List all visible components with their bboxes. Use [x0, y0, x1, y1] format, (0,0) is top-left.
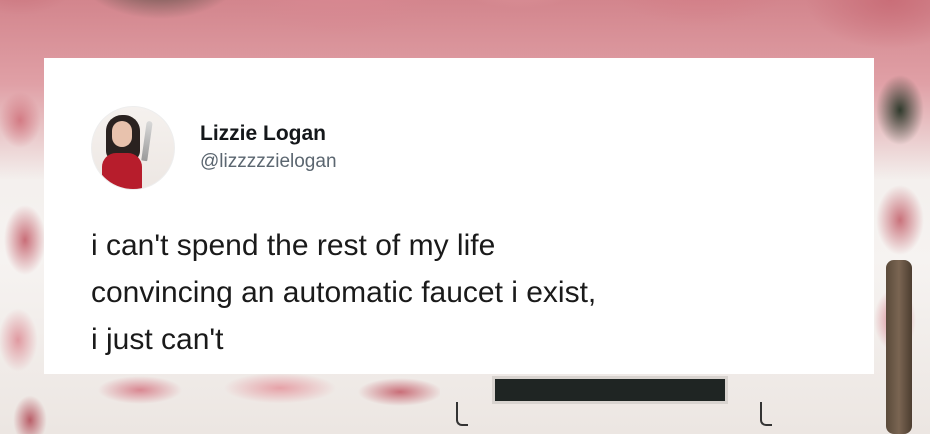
wall-hook-right — [760, 402, 772, 426]
tweet-text-line: i can't spend the rest of my life — [91, 229, 496, 262]
tweet-text-line: convincing an automatic faucet i exist, — [91, 276, 597, 309]
author-display-name[interactable]: Lizzie Logan — [200, 121, 337, 147]
tree-trunk — [886, 260, 912, 434]
window — [492, 376, 728, 404]
author-handle[interactable]: @lizzzzzielogan — [200, 149, 337, 175]
lower-blossoms — [80, 370, 440, 434]
avatar[interactable] — [91, 106, 175, 190]
author-names: Lizzie Logan @lizzzzzielogan — [200, 121, 337, 175]
tweet-body: i can't spend the rest of my life convin… — [91, 222, 831, 363]
tweet-text-line: i just can't — [91, 323, 224, 356]
wall-hook-left — [456, 402, 468, 426]
tweet-header: Lizzie Logan @lizzzzzielogan — [91, 106, 337, 190]
tweet-card: Lizzie Logan @lizzzzzielogan i can't spe… — [44, 58, 874, 374]
knife-icon — [141, 120, 153, 162]
